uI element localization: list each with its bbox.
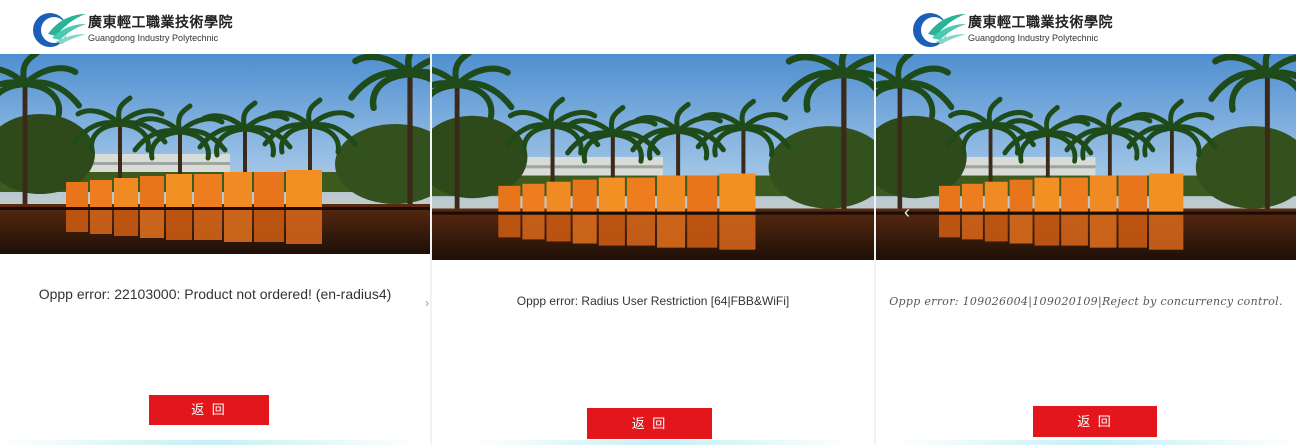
campus-banner [876,54,1296,260]
logo-english-name: Guangdong Industry Polytechnic [968,32,1099,43]
error-message: Oppp error: 109026004|109020109|Reject b… [889,295,1283,308]
return-button[interactable]: 返 回 [1033,406,1157,437]
error-message: Oppp error: 22103000: Product not ordere… [38,286,392,302]
bottom-glow [472,440,852,445]
campus-banner [0,54,430,254]
college-logo: 廣東輕工職業技術學院 Guangdong Industry Polytechni… [910,8,1113,50]
logo-chinese-name: 廣東輕工職業技術學院 [968,14,1113,31]
college-logo: 廣東輕工職業技術學院 Guangdong Industry Polytechni… [30,8,233,50]
portal-panel-1: 廣東輕工職業技術學院 Guangdong Industry Polytechni… [0,0,430,445]
campus-photo [432,54,874,260]
bottom-glow [0,440,420,445]
campus-photo [0,54,430,254]
carousel-edge-marker: › [425,296,429,310]
error-message: Oppp error: Radius User Restriction [64|… [516,294,790,308]
logo-english-name: Guangdong Industry Polytechnic [88,32,219,43]
portal-panel-2: Oppp error: Radius User Restriction [64|… [432,0,874,445]
college-logo-icon [33,13,86,47]
header: 廣東輕工職業技術學院 Guangdong Industry Polytechni… [876,0,1296,54]
campus-photo [876,54,1296,260]
header: 廣東輕工職業技術學院 Guangdong Industry Polytechni… [0,0,430,54]
bottom-glow [896,440,1296,445]
return-button[interactable]: 返 回 [587,408,712,439]
campus-banner [432,54,874,260]
portal-panel-3: 廣東輕工職業技術學院 Guangdong Industry Polytechni… [876,0,1296,445]
logo-chinese-name: 廣東輕工職業技術學院 [88,14,233,31]
college-logo-icon [913,13,966,47]
chevron-left-icon[interactable]: ‹ [904,202,910,223]
return-button[interactable]: 返 回 [149,395,269,425]
